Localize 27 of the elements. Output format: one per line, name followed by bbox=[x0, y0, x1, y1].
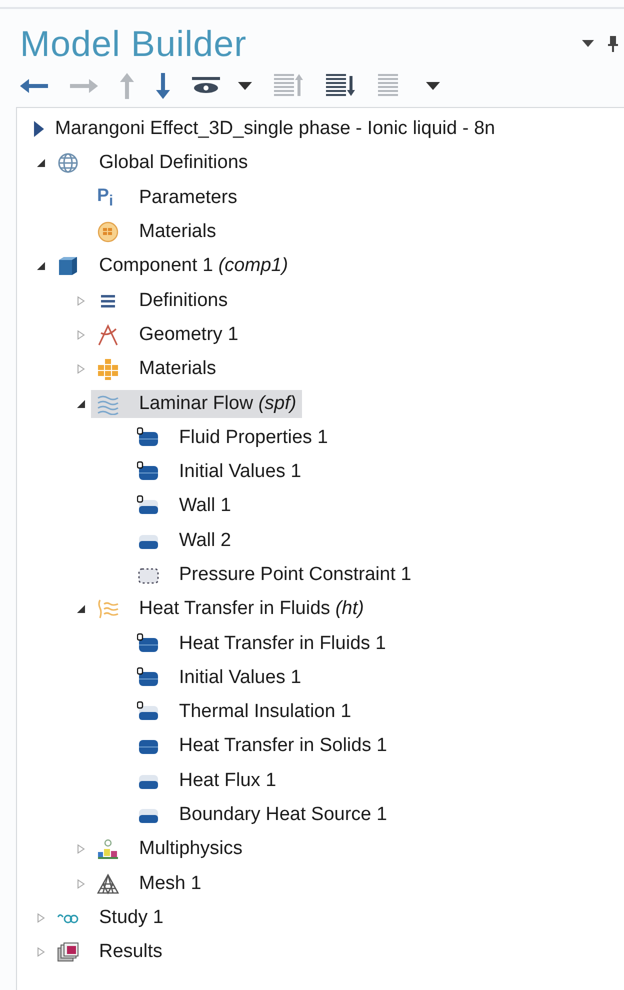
tree-item[interactable]: Thermal Insulation 1 bbox=[131, 698, 358, 726]
tree-item[interactable]: Wall 2 bbox=[131, 526, 238, 555]
tree-item[interactable]: Heat Transfer in Solids 1 bbox=[131, 732, 394, 760]
tree-item[interactable]: Heat Transfer in Fluids 1 bbox=[131, 630, 392, 658]
tree-item[interactable]: P$_{i}$ Parameters bbox=[91, 182, 244, 214]
parameters-icon: P$_{i}$ bbox=[97, 185, 119, 210]
tree-item[interactable]: Global Definitions bbox=[51, 149, 254, 178]
tree-item[interactable]: Definitions bbox=[91, 286, 234, 315]
tree-item[interactable]: Boundary Heat Source 1 bbox=[131, 801, 394, 830]
tree-item[interactable]: Pressure Point Constraint 1 bbox=[131, 561, 418, 589]
tree-item[interactable]: Multiphysics bbox=[91, 835, 248, 864]
tree-item[interactable]: Marangoni Effect_3D_single phase - Ionic liquid - 8n bbox=[33, 115, 502, 144]
tree-item[interactable]: Results bbox=[51, 938, 168, 966]
tree-item[interactable]: Materials bbox=[91, 355, 222, 384]
tree-item[interactable]: Wall 1 bbox=[131, 492, 238, 520]
tree-item[interactable]: Heat Transfer in Fluids (ht) bbox=[91, 595, 370, 624]
tree-item[interactable]: Initial Values 1 bbox=[131, 664, 308, 692]
tree-item[interactable]: Laminar Flow (spf) bbox=[91, 390, 302, 418]
tree-item[interactable]: Initial Values 1 bbox=[131, 458, 308, 486]
panel-title: Model Builder bbox=[20, 23, 247, 65]
tree-item[interactable]: Heat Flux 1 bbox=[131, 766, 282, 795]
tree-item[interactable]: Study 1 bbox=[51, 904, 170, 932]
tree-item[interactable]: Component 1 (comp1) bbox=[51, 252, 294, 280]
tree-item[interactable]: Mesh 1 bbox=[91, 870, 208, 898]
tree-item[interactable]: Geometry 1 bbox=[91, 320, 244, 349]
tree-item[interactable]: Materials bbox=[91, 218, 222, 246]
tree-item[interactable]: Fluid Properties 1 bbox=[131, 424, 334, 452]
